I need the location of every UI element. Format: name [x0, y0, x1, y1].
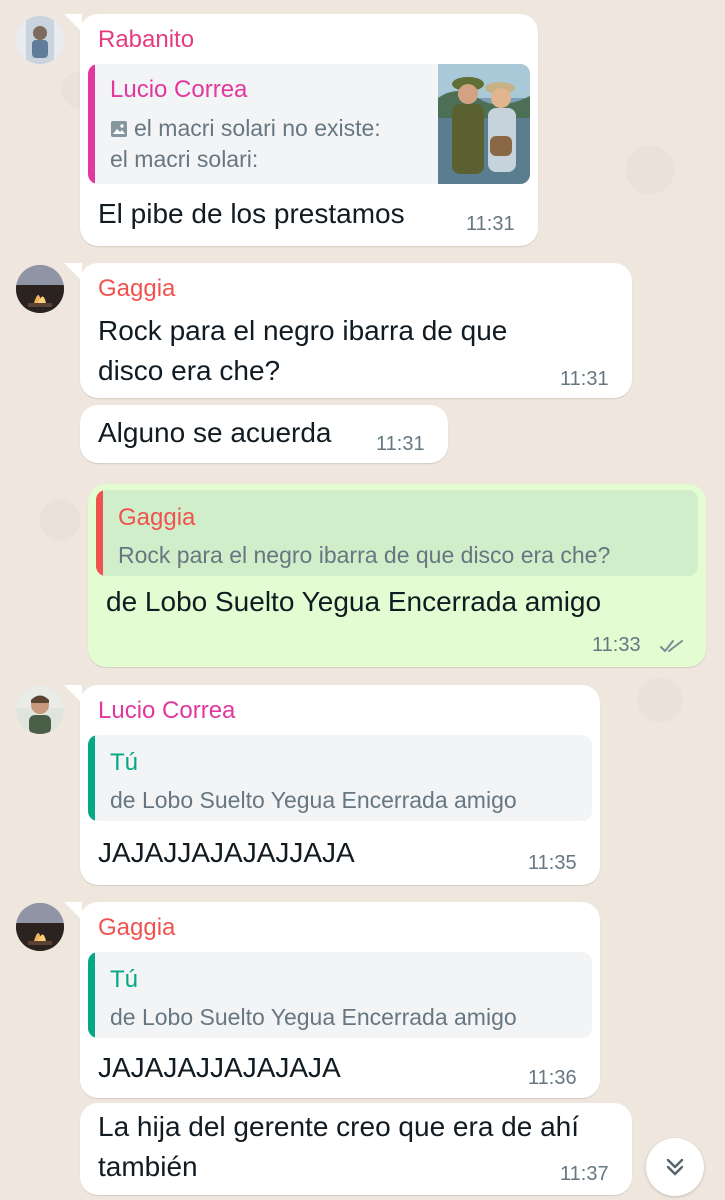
message-bubble-continuation[interactable]: La hija del gerente creo que era de ahí …: [80, 1103, 632, 1195]
message-text: El pibe de los prestamos: [98, 198, 405, 229]
message-text: JAJAJJAJAJAJJAJA: [98, 837, 355, 868]
quoted-message[interactable]: Gaggia Rock para el negro ibarra de que …: [96, 490, 698, 576]
sender-name: Gaggia: [98, 275, 176, 302]
message-time: 11:31: [560, 368, 609, 390]
avatar-photo-gaggia: [16, 265, 64, 313]
message-bubble-rabanito[interactable]: Rabanito Lucio Correa el macri solari no…: [64, 14, 538, 246]
sender-name: Gaggia: [98, 914, 176, 941]
scroll-to-bottom-button[interactable]: [646, 1138, 704, 1196]
quote-accent-bar: [88, 64, 95, 184]
message-time: 11:35: [528, 852, 577, 874]
quoted-sender-name: Lucio Correa: [110, 76, 248, 103]
sender-name: Lucio Correa: [98, 697, 236, 724]
message-text: de Lobo Suelto Yegua Encerrada amigo: [106, 586, 602, 617]
avatar-gaggia[interactable]: [16, 903, 64, 951]
quoted-sender-name: Tú: [110, 749, 139, 776]
quote-accent-bar: [88, 735, 95, 821]
quoted-sender-name: Tú: [110, 966, 139, 993]
message-time: 11:33: [592, 634, 641, 656]
quoted-message-text: el macri solari no existe: el macri sola…: [110, 115, 381, 172]
quoted-message-text: Rock para el negro ibarra de que disco e…: [118, 542, 611, 568]
message-time: 11:36: [528, 1067, 577, 1089]
quoted-sender-name: Gaggia: [118, 504, 196, 531]
message-bubble-continuation[interactable]: Alguno se acuerda 11:31: [80, 405, 448, 463]
message-time: 11:31: [466, 213, 515, 235]
message-time: 11:31: [376, 433, 425, 455]
message-bubble-lucio-correa[interactable]: Lucio Correa Tú de Lobo Suelto Yegua Enc…: [64, 685, 600, 885]
avatar-rabanito[interactable]: [16, 16, 64, 64]
message-time: 11:37: [560, 1163, 609, 1185]
double-check-icon: [660, 640, 683, 652]
avatar-gaggia[interactable]: [16, 265, 64, 313]
message-text: JAJAJAJJAJAJAJA: [98, 1052, 341, 1083]
message-text: Rock para el negro ibarra de que disco e…: [98, 315, 508, 386]
message-bubble-outgoing[interactable]: Gaggia Rock para el negro ibarra de que …: [88, 484, 706, 667]
quoted-message[interactable]: Tú de Lobo Suelto Yegua Encerrada amigo: [88, 735, 592, 821]
sender-name: Rabanito: [98, 26, 195, 53]
quoted-message-text: de Lobo Suelto Yegua Encerrada amigo: [110, 787, 517, 813]
message-bubble-gaggia[interactable]: Gaggia Rock para el negro ibarra de que …: [64, 263, 632, 398]
avatar-photo-gaggia: [16, 903, 64, 951]
quoted-message-text: de Lobo Suelto Yegua Encerrada amigo: [110, 1004, 517, 1030]
quoted-photo-thumbnail[interactable]: [438, 64, 530, 184]
avatar-photo-rabanito: [16, 16, 64, 64]
message-text: Alguno se acuerda: [98, 417, 332, 448]
double-chevron-down-icon: [666, 1158, 684, 1176]
quote-accent-bar: [96, 490, 103, 576]
message-text: La hija del gerente creo que era de ahí …: [98, 1111, 580, 1182]
message-bubble-gaggia[interactable]: Gaggia Tú de Lobo Suelto Yegua Encerrada…: [64, 902, 600, 1098]
quoted-message[interactable]: Lucio Correa el macri solari no existe: …: [88, 64, 530, 184]
avatar-lucio-correa[interactable]: [16, 686, 64, 734]
quoted-message[interactable]: Tú de Lobo Suelto Yegua Encerrada amigo: [88, 952, 592, 1038]
quote-accent-bar: [88, 952, 95, 1038]
avatar-photo-lucio-correa: [16, 686, 64, 734]
